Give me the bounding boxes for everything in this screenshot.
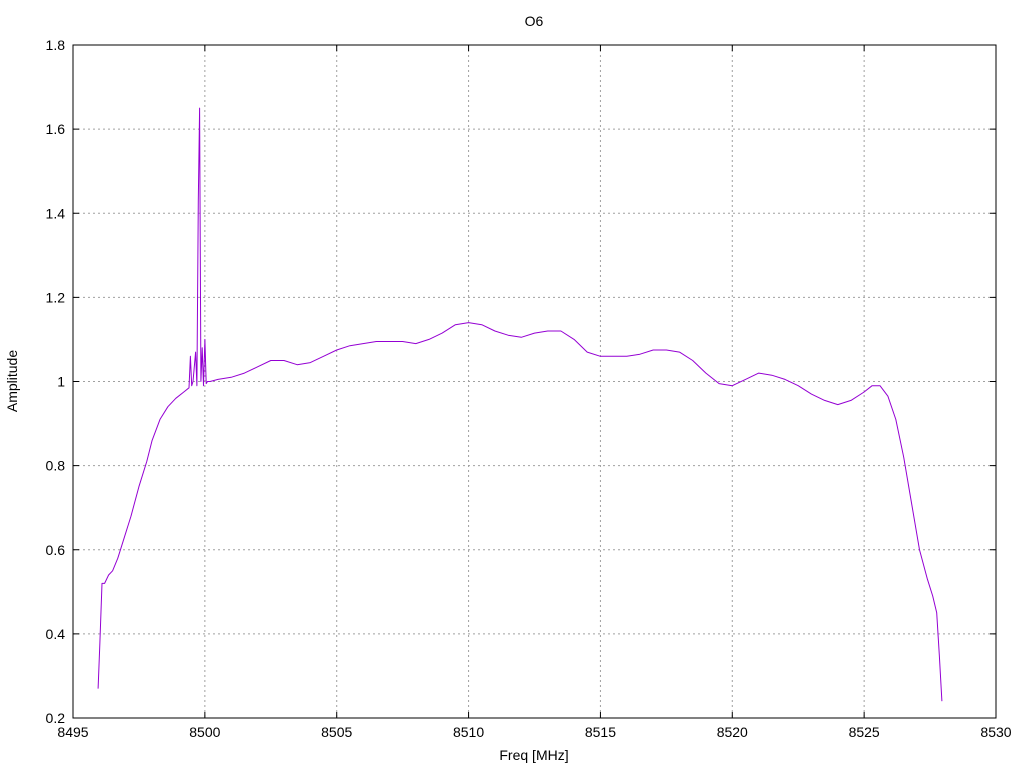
chart: 8495 8500 8505 8510 8515 8520 8525 8530 0.20.40… (4, 13, 1012, 763)
x-tick-label: 8495 (57, 724, 88, 740)
y-tick-label: 1.4 (46, 205, 66, 221)
y-tick-label: 1.8 (46, 37, 66, 53)
y-tick-label: 0.4 (46, 626, 66, 642)
y-tick-label: 1.2 (46, 289, 66, 305)
x-tick-label: 8510 (453, 724, 484, 740)
y-axis-label: Amplitude (4, 350, 20, 412)
y-tick-label: 1 (57, 374, 65, 390)
y-tick-labels: 0.2 0.4 0.6 0.8 1 1.2 1.4 1.6 1.8 (46, 37, 66, 726)
chart-title: O6 (525, 13, 544, 29)
x-tick-label: 8500 (189, 724, 220, 740)
x-tick-label: 8520 (717, 724, 748, 740)
x-tick-label: 8505 (321, 724, 352, 740)
y-tick-label: 0.8 (46, 458, 66, 474)
x-tick-label: 8525 (849, 724, 880, 740)
series-line (97, 107, 943, 702)
x-tick-labels: 8495 8500 8505 8510 8515 8520 8525 8530 (57, 724, 1011, 740)
series-group (97, 107, 943, 702)
y-tick-label: 1.6 (46, 121, 66, 137)
x-tick-label: 8530 (980, 724, 1011, 740)
x-tick-label: 8515 (585, 724, 616, 740)
y-tick-label: 0.2 (46, 710, 66, 726)
y-tick-label: 0.6 (46, 542, 66, 558)
x-axis-label: Freq [MHz] (499, 747, 568, 763)
